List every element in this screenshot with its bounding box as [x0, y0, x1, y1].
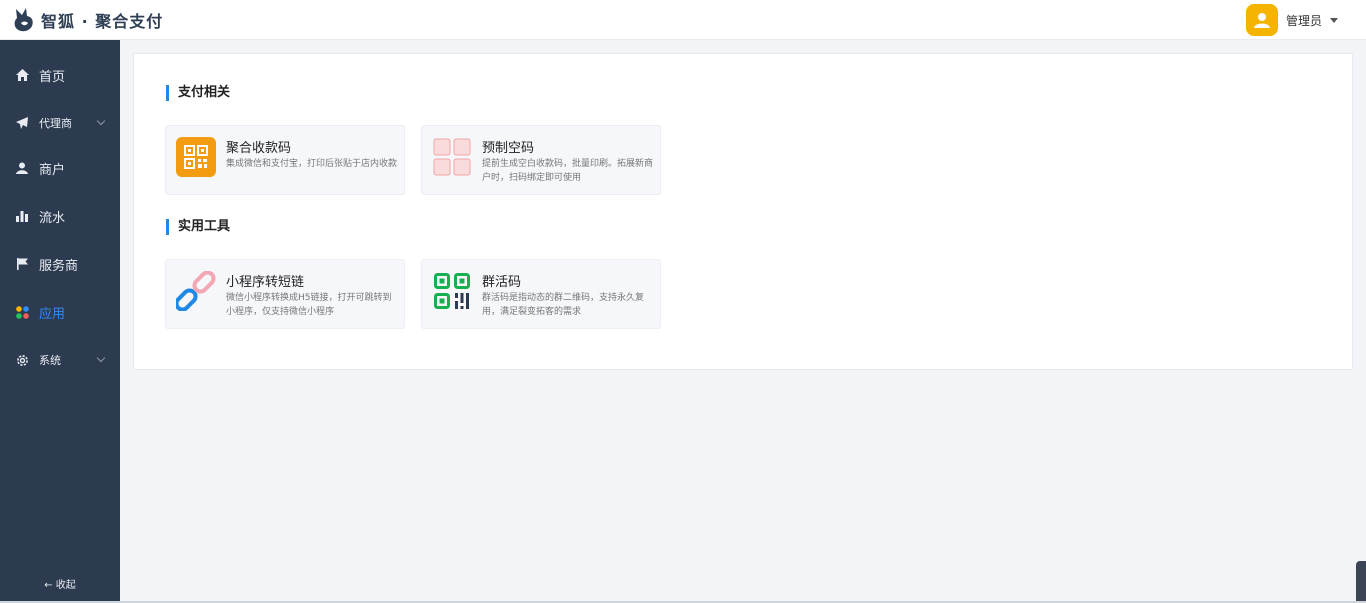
blank-qr-icon	[432, 137, 472, 177]
card-description: 群活码是指动态的群二维码，支持永久复用，满足裂变拓客的需求	[482, 293, 645, 317]
apps-panel: 支付相关 聚合收款码 集成微信和支付宝，打印后张贴于店内收款 预制空码 提前生成…	[133, 53, 1353, 370]
flag-icon	[15, 257, 29, 271]
card-group-live-code[interactable]: 群活码 群活码是指动态的群二维码，支持永久复用，满足裂变拓客的需求	[421, 259, 661, 329]
card-title: 聚合收款码	[226, 141, 292, 156]
card-blank-qr[interactable]: 预制空码 提前生成空白收款码，批量印刷。拓展新商户时，扫码绑定即可使用	[421, 125, 661, 195]
collapse-sidebar-button[interactable]: ← 收起	[0, 576, 120, 591]
home-icon	[15, 68, 29, 82]
user-menu[interactable]: 管理员	[1245, 4, 1338, 36]
card-description: 微信小程序转换成H5链接，打开可跳转到小程序，仅支持微信小程序	[226, 293, 392, 317]
apps-icon	[15, 305, 29, 319]
user-icon	[15, 161, 29, 175]
sidebar-item-providers[interactable]: 服务商	[0, 242, 120, 286]
sidebar-item-label: 服务商	[39, 258, 79, 274]
brand-name: 智狐 · 聚合支付	[41, 12, 164, 31]
sidebar-item-system[interactable]: 系统	[0, 338, 120, 382]
card-title: 预制空码	[482, 141, 535, 156]
card-description: 集成微信和支付宝，打印后张贴于店内收款	[226, 159, 398, 169]
collapse-label: 收起	[55, 580, 76, 591]
section-title-tools: 实用工具	[166, 219, 230, 235]
sidebar-item-merchants[interactable]: 商户	[0, 146, 120, 190]
card-title: 群活码	[482, 275, 522, 290]
sidebar-item-agents[interactable]: 代理商	[0, 101, 120, 145]
sidebar-item-label: 代理商	[39, 117, 72, 130]
gear-icon	[15, 353, 29, 367]
qr-code-icon	[176, 137, 216, 177]
sidebar-item-label: 应用	[39, 306, 66, 322]
card-aggregate-qr[interactable]: 聚合收款码 集成微信和支付宝，打印后张贴于店内收款	[165, 125, 405, 195]
sidebar-item-label: 系统	[39, 354, 61, 367]
sidebar-item-transactions[interactable]: 流水	[0, 194, 120, 238]
caret-down-icon[interactable]	[1330, 17, 1338, 23]
avatar[interactable]	[1245, 4, 1278, 36]
top-bar: 智狐 · 聚合支付 管理员	[0, 0, 1366, 40]
link-icon	[176, 271, 216, 311]
card-title: 小程序转短链	[226, 275, 305, 290]
sidebar-item-home[interactable]: 首页	[0, 53, 120, 97]
scrollbar[interactable]	[1356, 561, 1366, 603]
user-avatar-icon	[1253, 13, 1270, 28]
sidebar-item-label: 流水	[39, 210, 66, 226]
arrow-left-icon: ←	[44, 580, 56, 591]
chevron-down-icon	[96, 116, 106, 126]
sidebar: 首页 代理商 商户 流水 服务商 应用 系统 ← 收起	[0, 40, 120, 603]
card-miniprogram-shortlink[interactable]: 小程序转短链 微信小程序转换成H5链接，打开可跳转到小程序，仅支持微信小程序	[165, 259, 405, 329]
group-qr-icon	[432, 271, 472, 311]
sidebar-item-apps[interactable]: 应用	[0, 290, 120, 334]
paper-plane-icon	[15, 116, 29, 130]
brand-logo[interactable]: 智狐 · 聚合支付	[12, 6, 163, 34]
section-title-payment: 支付相关	[166, 85, 230, 101]
sidebar-item-label: 商户	[39, 162, 66, 178]
sidebar-item-label: 首页	[39, 69, 66, 85]
bar-chart-icon	[15, 209, 29, 223]
chevron-down-icon	[96, 353, 106, 363]
card-description: 提前生成空白收款码，批量印刷。拓展新商户时，扫码绑定即可使用	[482, 159, 654, 183]
fox-logo-icon	[14, 8, 33, 32]
user-name: 管理员	[1285, 13, 1322, 28]
